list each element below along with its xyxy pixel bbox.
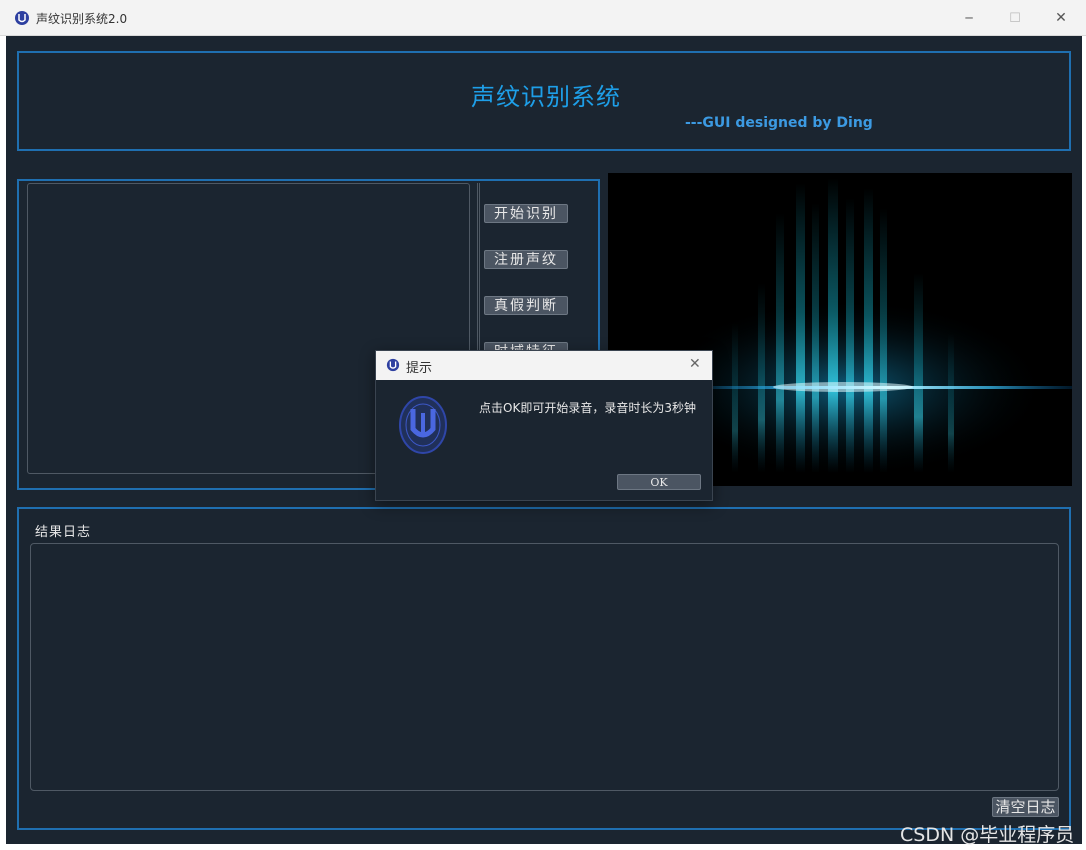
clear-log-button[interactable]: 清空日志 [992,797,1059,817]
close-button[interactable]: ✕ [1038,4,1084,32]
university-seal-logo-icon [399,396,447,454]
result-log-panel: 结果日志 清空日志 [17,507,1071,830]
app-title: 声纹识别系统 [471,83,621,111]
university-seal-icon [386,358,400,372]
window-titlebar: 声纹识别系统2.0 ─ ☐ ✕ [0,0,1086,36]
dialog-message: 点击OK即可开始录音，录音时长为3秒钟 [479,401,696,415]
ok-button[interactable]: OK [617,474,701,490]
close-icon: ✕ [1055,10,1067,26]
minimize-icon: ─ [965,11,973,25]
dialog-close-icon[interactable]: ✕ [689,356,701,372]
maximize-button[interactable]: ☐ [992,4,1038,32]
result-log-textarea[interactable] [30,543,1059,791]
university-seal-icon [15,11,29,25]
register-voiceprint-button[interactable]: 注册声纹 [484,250,568,269]
dialog-title: 提示 [406,361,433,376]
dialog-titlebar: 提示 ✕ [376,351,712,380]
start-recognition-button[interactable]: 开始识别 [484,204,568,223]
authenticity-check-button[interactable]: 真假判断 [484,296,568,315]
app-subtitle: ---GUI designed by Ding [685,115,873,131]
minimize-button[interactable]: ─ [946,4,992,32]
result-log-label: 结果日志 [35,525,92,540]
header-panel: 声纹识别系统 ---GUI designed by Ding [17,51,1071,151]
window-title: 声纹识别系统2.0 [36,12,128,26]
maximize-icon: ☐ [1009,10,1021,26]
prompt-dialog: 提示 ✕ 点击OK即可开始录音，录音时长为3秒钟 OK [375,350,713,501]
watermark-text: CSDN @毕业程序员 [900,824,1075,846]
